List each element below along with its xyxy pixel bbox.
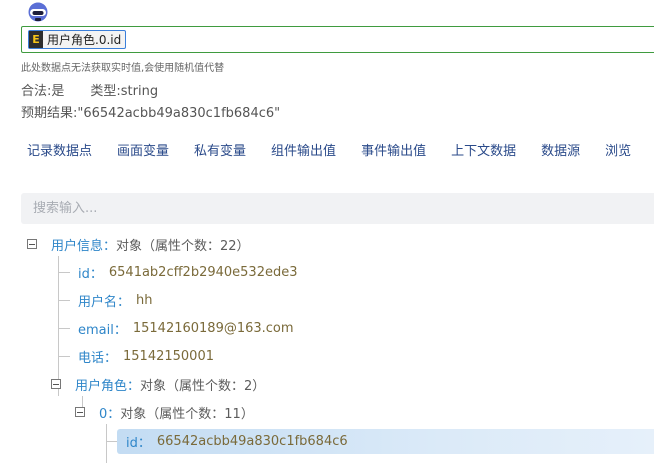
tree-node-id[interactable]: id： 6541ab2cff2b2940e532ede3 [78,260,298,284]
tree-node-phone[interactable]: 电话： 15142150001 [78,344,214,368]
tab-record-datapoint[interactable]: 记录数据点 [27,140,92,160]
tab-component-output[interactable]: 组件输出值 [271,140,336,160]
tree-node-user-role[interactable]: 用户角色： 对象（属性个数：2） [51,372,265,396]
tree-key: 用户信息： [51,238,117,254]
tab-browse[interactable]: 浏览 [605,140,631,160]
tree-value: 15142160189@163.com [132,320,294,336]
tree-key: 电话： [78,350,118,366]
robot-logo-icon [28,2,48,22]
tree-value: 15142150001 [123,348,214,364]
tree-guide-line [58,328,70,329]
tree-value: 66542acbb49a830c1fb684c6 [156,433,348,449]
value-type: 类型:string [90,84,159,99]
tree-guide-line [58,356,70,357]
tab-private-variable[interactable]: 私有变量 [194,140,246,160]
realtime-value-note: 此处数据点无法获取实时值,会使用随机值代替 [21,63,225,74]
tree-key: email： [78,322,127,338]
tree-node-email[interactable]: email： 15142160189@163.com [78,316,294,340]
data-tree: 用户信息： 对象（属性个数：22） id： 6541ab2cff2b2940e5… [0,232,654,463]
collapse-toggle-icon[interactable] [51,379,61,389]
tree-value: 6541ab2cff2b2940e532ede3 [108,264,298,280]
tree-key: id： [126,435,151,451]
expression-editor-panel: E 用户角色.0.id 此处数据点无法获取实时值,会使用随机值代替 合法:是 类型… [0,0,654,463]
valid-status: 合法:是 [21,84,65,99]
tree-key: id： [78,266,103,282]
tree-guide-line [58,272,70,273]
tree-key: 用户角色： [75,378,141,394]
validation-meta: 合法:是 类型:string [21,80,158,99]
expression-token-text: 用户角色.0.id [47,33,122,47]
data-source-tabs: 记录数据点 画面变量 私有变量 组件输出值 事件输出值 上下文数据 数据源 浏览 [27,140,654,160]
tree-value: 对象（属性个数：11） [120,406,254,422]
expression-type-icon: E [29,31,43,48]
expected-result: 预期结果:"66542acbb49a830c1fb684c6" [21,106,281,121]
tree-node-role-0[interactable]: 0： 对象（属性个数：11） [75,400,254,424]
search-input[interactable] [21,193,654,224]
tree-guide-line [58,300,70,301]
tab-screen-variable[interactable]: 画面变量 [117,140,169,160]
expression-token[interactable]: E 用户角色.0.id [28,30,127,49]
tree-key: 0： [99,406,121,422]
tab-context-data[interactable]: 上下文数据 [451,140,516,160]
tree-node-role-0-id[interactable]: id： 66542acbb49a830c1fb684c6 [126,429,348,453]
tree-key: 用户名： [78,294,131,310]
collapse-toggle-icon[interactable] [27,239,37,249]
collapse-toggle-icon[interactable] [75,407,85,417]
tree-value: hh [136,292,153,308]
tree-value: 对象（属性个数：22） [116,238,250,254]
tab-event-output[interactable]: 事件输出值 [361,140,426,160]
tree-value: 对象（属性个数：2） [140,378,266,394]
tree-guide-line [106,424,107,463]
tab-datasource[interactable]: 数据源 [541,140,580,160]
expression-input[interactable]: E 用户角色.0.id [21,26,654,53]
tree-node-username[interactable]: 用户名： hh [78,288,153,312]
tree-node-user-info[interactable]: 用户信息： 对象（属性个数：22） [27,232,250,256]
